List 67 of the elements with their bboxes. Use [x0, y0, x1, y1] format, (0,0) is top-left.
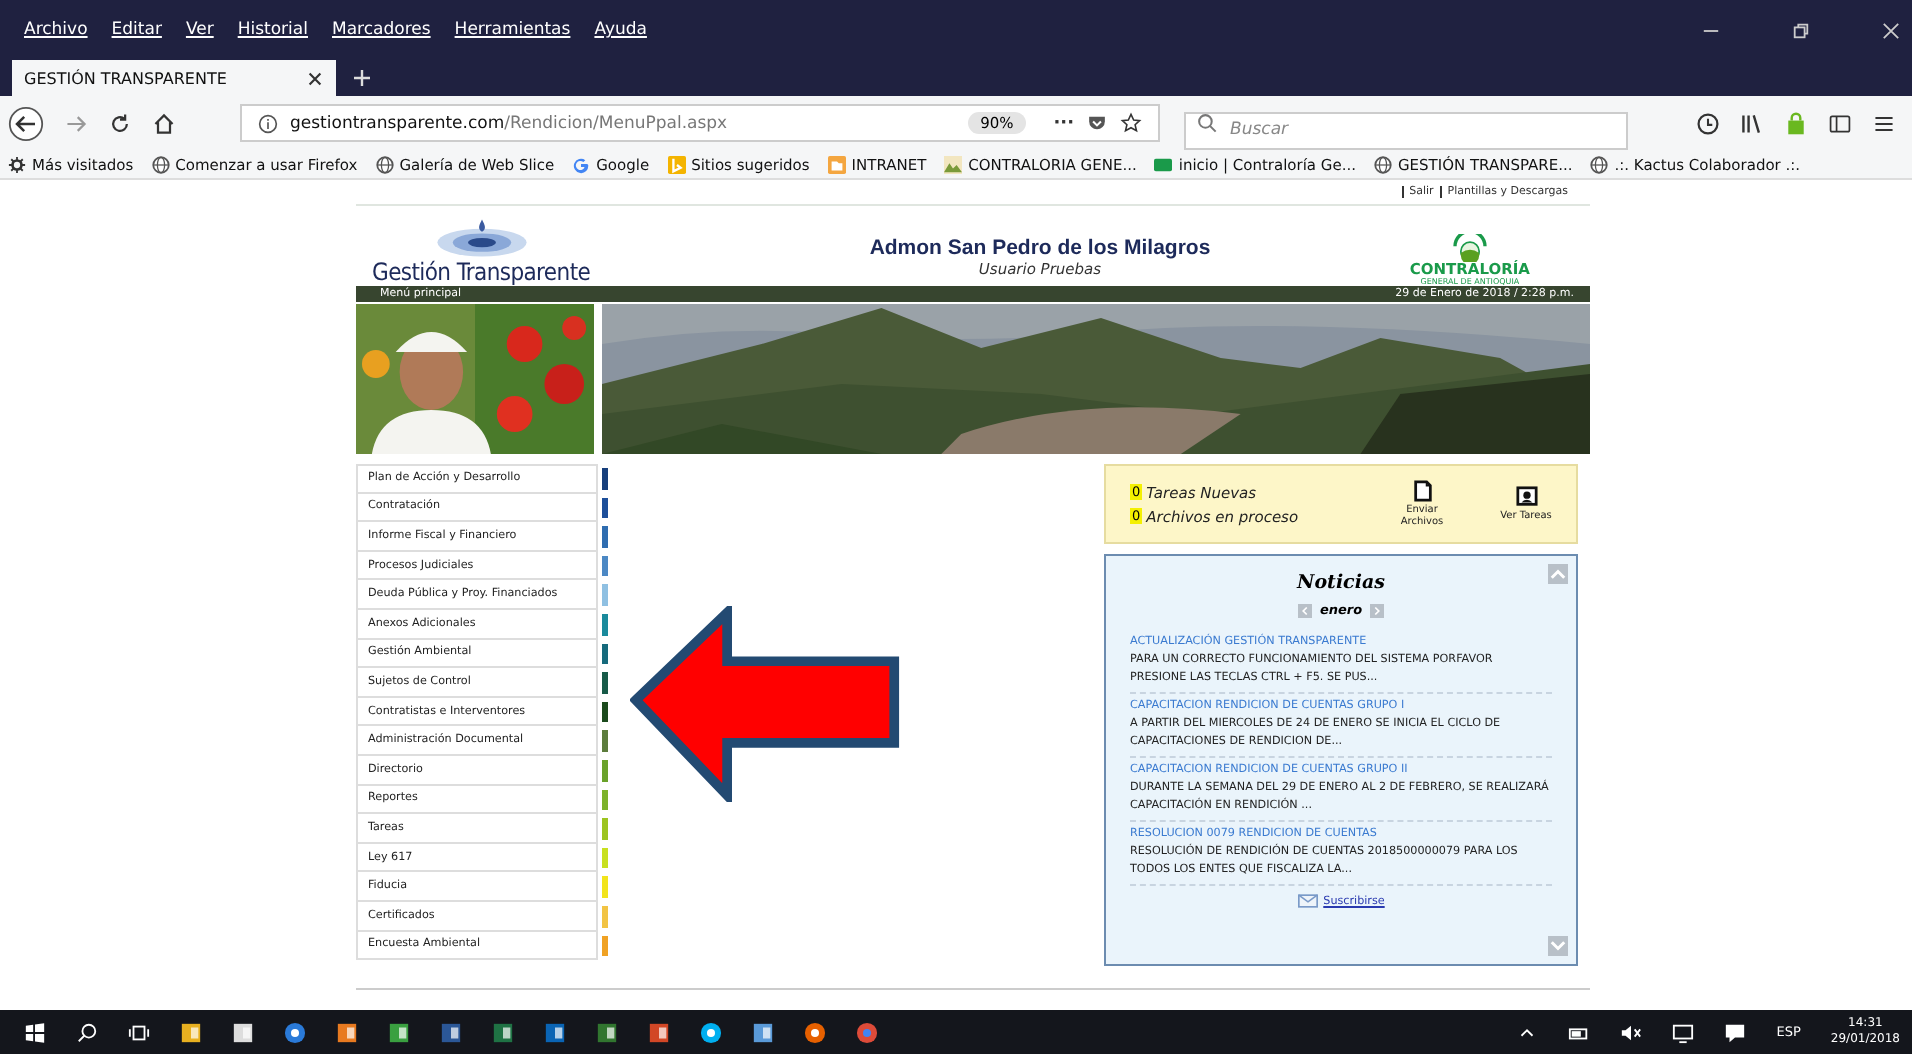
app-icon[interactable] [284, 1021, 306, 1043]
globe-icon [375, 155, 394, 173]
sidebar-icon[interactable] [1828, 111, 1852, 135]
restore-icon[interactable] [1792, 21, 1810, 39]
search-icon [1196, 112, 1218, 134]
menu-item[interactable]: Marcadores [332, 20, 431, 40]
menu-icon[interactable] [1872, 111, 1896, 135]
app-icon[interactable] [804, 1021, 826, 1043]
new-tab-icon[interactable] [352, 68, 372, 88]
close-icon[interactable] [306, 69, 324, 87]
windows-start-icon[interactable] [24, 1021, 46, 1043]
menu-item[interactable]: Herramientas [454, 20, 571, 40]
landscape-icon [944, 155, 963, 173]
monitor-icon [1515, 486, 1537, 508]
up-caret-icon [1548, 564, 1568, 584]
library-icon[interactable] [1740, 111, 1764, 135]
home-icon[interactable] [152, 111, 176, 135]
badge-icon [1154, 155, 1173, 173]
globe-icon [151, 155, 170, 173]
gear-icon [8, 155, 26, 173]
network-icon[interactable] [1672, 1021, 1695, 1043]
down-caret-icon [1548, 936, 1568, 956]
app-icon[interactable] [232, 1021, 254, 1043]
envelope-icon [1297, 894, 1318, 908]
speaker-icon[interactable] [1620, 1021, 1643, 1043]
globe-icon [1590, 155, 1609, 173]
browser-tab[interactable]: GESTIÓN TRANSPARENTE [12, 60, 336, 96]
app-icon[interactable] [336, 1021, 358, 1043]
app-icon[interactable] [388, 1021, 410, 1043]
folder-icon [827, 155, 846, 173]
app-icon[interactable] [700, 1021, 722, 1043]
url-text: gestiontransparente.com/Rendicion/MenuPpal.aspx [290, 113, 730, 133]
pocket-icon[interactable] [1086, 112, 1108, 134]
left-caret-icon [1297, 603, 1312, 617]
menu-item[interactable]: Archivo [24, 20, 88, 40]
news-title: Noticias [1297, 572, 1385, 594]
menu-item[interactable]: Ver [185, 20, 214, 40]
menu-item[interactable]: Ayuda [594, 20, 647, 40]
site-logo-text: Gestión Transparente [372, 258, 591, 286]
app-icon[interactable] [544, 1021, 566, 1043]
page-actions-button[interactable]: ··· [1053, 113, 1074, 133]
right-caret-icon [1370, 603, 1385, 617]
hill-logo-icon [1449, 233, 1490, 261]
app-icon[interactable] [440, 1021, 462, 1043]
app-icon[interactable] [752, 1021, 774, 1043]
google-g-icon [572, 155, 591, 173]
star-icon[interactable] [1120, 112, 1142, 134]
search-icon[interactable] [76, 1021, 98, 1043]
back-icon[interactable] [8, 105, 44, 141]
menu-item[interactable]: Editar [111, 20, 162, 40]
clock-icon[interactable] [1696, 111, 1720, 135]
document-icon [1411, 480, 1433, 502]
search-field[interactable]: Buscar [1184, 111, 1628, 149]
notification-icon[interactable] [1724, 1021, 1747, 1043]
app-icon[interactable] [492, 1021, 514, 1043]
menu-item[interactable]: Historial [237, 20, 308, 40]
info-icon[interactable] [258, 113, 278, 133]
app-icon[interactable] [596, 1021, 618, 1043]
bing-b-icon [667, 155, 686, 173]
app-icon[interactable] [648, 1021, 670, 1043]
water-drop-logo-icon [431, 218, 532, 258]
reload-icon[interactable] [108, 111, 132, 135]
task-view-icon[interactable] [128, 1021, 150, 1043]
app-icon[interactable] [180, 1021, 202, 1043]
forward-icon[interactable] [64, 111, 88, 135]
entity-title: Admon San Pedro de los Milagros [869, 236, 1211, 260]
globe-icon [1373, 155, 1392, 173]
